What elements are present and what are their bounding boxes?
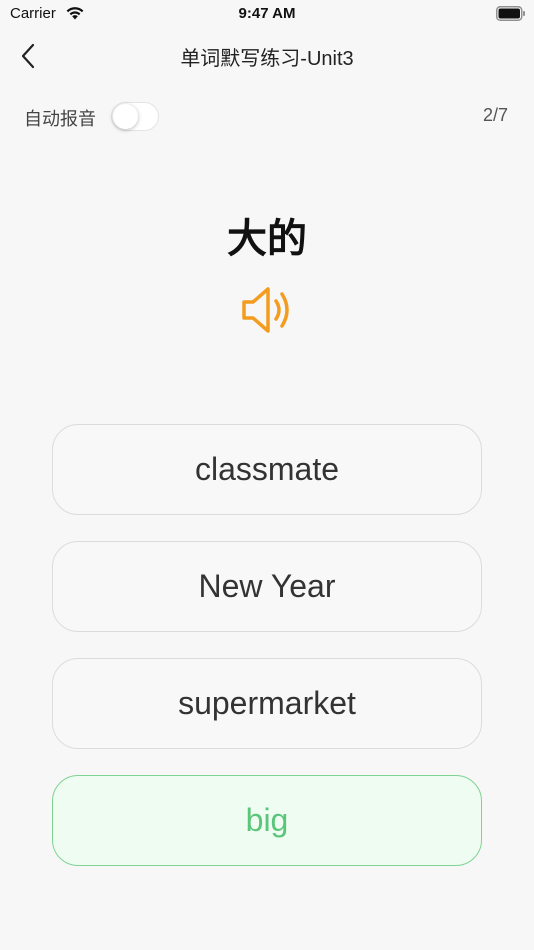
page-title: 单词默写练习-Unit3: [180, 48, 354, 70]
answer-options: classmate New Year supermarket big: [52, 424, 482, 892]
speaker-icon[interactable]: [240, 284, 296, 336]
toggle-knob: [113, 104, 138, 129]
auto-play-toggle[interactable]: [111, 102, 159, 131]
option-big-correct[interactable]: big: [52, 775, 482, 866]
auto-play-label: 自动报音: [24, 109, 96, 129]
question-word: 大的: [227, 217, 307, 261]
battery-icon: [496, 6, 525, 21]
back-button[interactable]: [12, 40, 44, 72]
option-new-year[interactable]: New Year: [52, 541, 482, 632]
practice-toolbar: 自动报音 2/7: [0, 96, 534, 138]
option-supermarket[interactable]: supermarket: [52, 658, 482, 749]
clock: 9:47 AM: [238, 5, 296, 22]
status-bar: Carrier 9:47 AM: [0, 0, 534, 28]
progress-counter: 2/7: [482, 105, 508, 125]
option-classmate[interactable]: classmate: [52, 424, 482, 515]
chevron-left-icon: [21, 43, 35, 69]
navigation-bar: 单词默写练习-Unit3: [0, 28, 534, 84]
